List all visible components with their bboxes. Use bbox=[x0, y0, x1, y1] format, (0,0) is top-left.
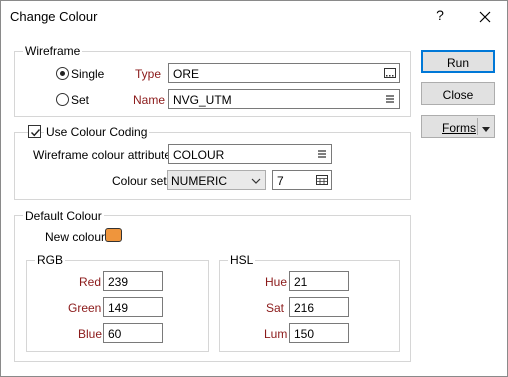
set-radio[interactable] bbox=[56, 93, 69, 106]
single-label: Single bbox=[71, 67, 105, 81]
hue-value: 21 bbox=[294, 275, 308, 289]
rgb-legend: RGB bbox=[35, 253, 66, 267]
hue-label: Hue bbox=[265, 275, 288, 289]
blue-label: Blue bbox=[78, 327, 103, 341]
name-label: Name bbox=[133, 93, 166, 107]
sat-field[interactable]: 216 bbox=[289, 297, 349, 317]
set-label: Set bbox=[71, 93, 90, 107]
colour-set-number: 7 bbox=[277, 174, 284, 188]
use-colour-coding-label: Use Colour Coding bbox=[44, 125, 150, 139]
list-icon[interactable] bbox=[315, 147, 329, 161]
title-bar: Change Colour ? bbox=[1, 1, 507, 33]
chevron-down-icon bbox=[250, 175, 262, 185]
type-label: Type bbox=[135, 67, 162, 81]
close-button-label: Close bbox=[442, 88, 474, 102]
close-icon[interactable] bbox=[475, 7, 495, 27]
green-label: Green bbox=[68, 301, 102, 315]
default-colour-legend: Default Colour bbox=[23, 209, 104, 223]
lum-field[interactable]: 150 bbox=[289, 323, 349, 343]
red-value: 239 bbox=[108, 275, 129, 289]
green-value: 149 bbox=[108, 301, 129, 315]
help-button[interactable]: ? bbox=[432, 7, 448, 25]
blue-field[interactable]: 60 bbox=[103, 323, 163, 343]
name-field[interactable]: NVG_UTM bbox=[168, 89, 400, 109]
close-button[interactable]: Close bbox=[421, 82, 495, 105]
blue-value: 60 bbox=[108, 327, 122, 341]
forms-separator bbox=[477, 118, 478, 135]
wireframe-legend: Wireframe bbox=[23, 44, 83, 58]
single-radio[interactable] bbox=[56, 67, 69, 80]
name-value: NVG_UTM bbox=[173, 93, 232, 107]
list-icon[interactable] bbox=[383, 92, 397, 106]
sat-value: 216 bbox=[294, 301, 315, 315]
use-colour-coding-checkbox[interactable] bbox=[28, 125, 41, 138]
attribute-value: COLOUR bbox=[173, 148, 225, 162]
attribute-field[interactable]: COLOUR bbox=[168, 144, 332, 164]
colour-set-number-field[interactable]: 7 bbox=[272, 170, 332, 190]
new-colour-label: New colour bbox=[45, 230, 106, 244]
forms-button-label: Forms bbox=[442, 121, 476, 135]
change-colour-dialog: Change Colour ? Wireframe Single Set Typ… bbox=[0, 0, 508, 377]
type-value: ORE bbox=[173, 67, 200, 81]
hue-field[interactable]: 21 bbox=[289, 271, 349, 291]
browse-icon[interactable] bbox=[383, 66, 397, 80]
run-button-label: Run bbox=[446, 56, 469, 70]
triangle-down-icon[interactable] bbox=[481, 123, 491, 137]
green-field[interactable]: 149 bbox=[103, 297, 163, 317]
new-colour-swatch[interactable] bbox=[105, 228, 122, 242]
type-field[interactable]: ORE bbox=[168, 63, 400, 83]
grid-picker-icon[interactable] bbox=[315, 173, 329, 187]
sat-label: Sat bbox=[266, 301, 285, 315]
colour-set-select[interactable]: NUMERIC bbox=[167, 170, 266, 190]
colour-set-label: Colour set bbox=[112, 174, 167, 188]
attribute-label: Wireframe colour attribute bbox=[33, 148, 172, 162]
red-field[interactable]: 239 bbox=[103, 271, 163, 291]
lum-label: Lum bbox=[264, 327, 288, 341]
red-label: Red bbox=[79, 275, 102, 289]
hsl-legend: HSL bbox=[228, 253, 256, 267]
forms-button[interactable]: Forms bbox=[421, 115, 495, 138]
run-button[interactable]: Run bbox=[421, 50, 495, 73]
lum-value: 150 bbox=[294, 327, 315, 341]
colour-set-value: NUMERIC bbox=[171, 174, 227, 188]
dialog-title: Change Colour bbox=[10, 9, 98, 24]
